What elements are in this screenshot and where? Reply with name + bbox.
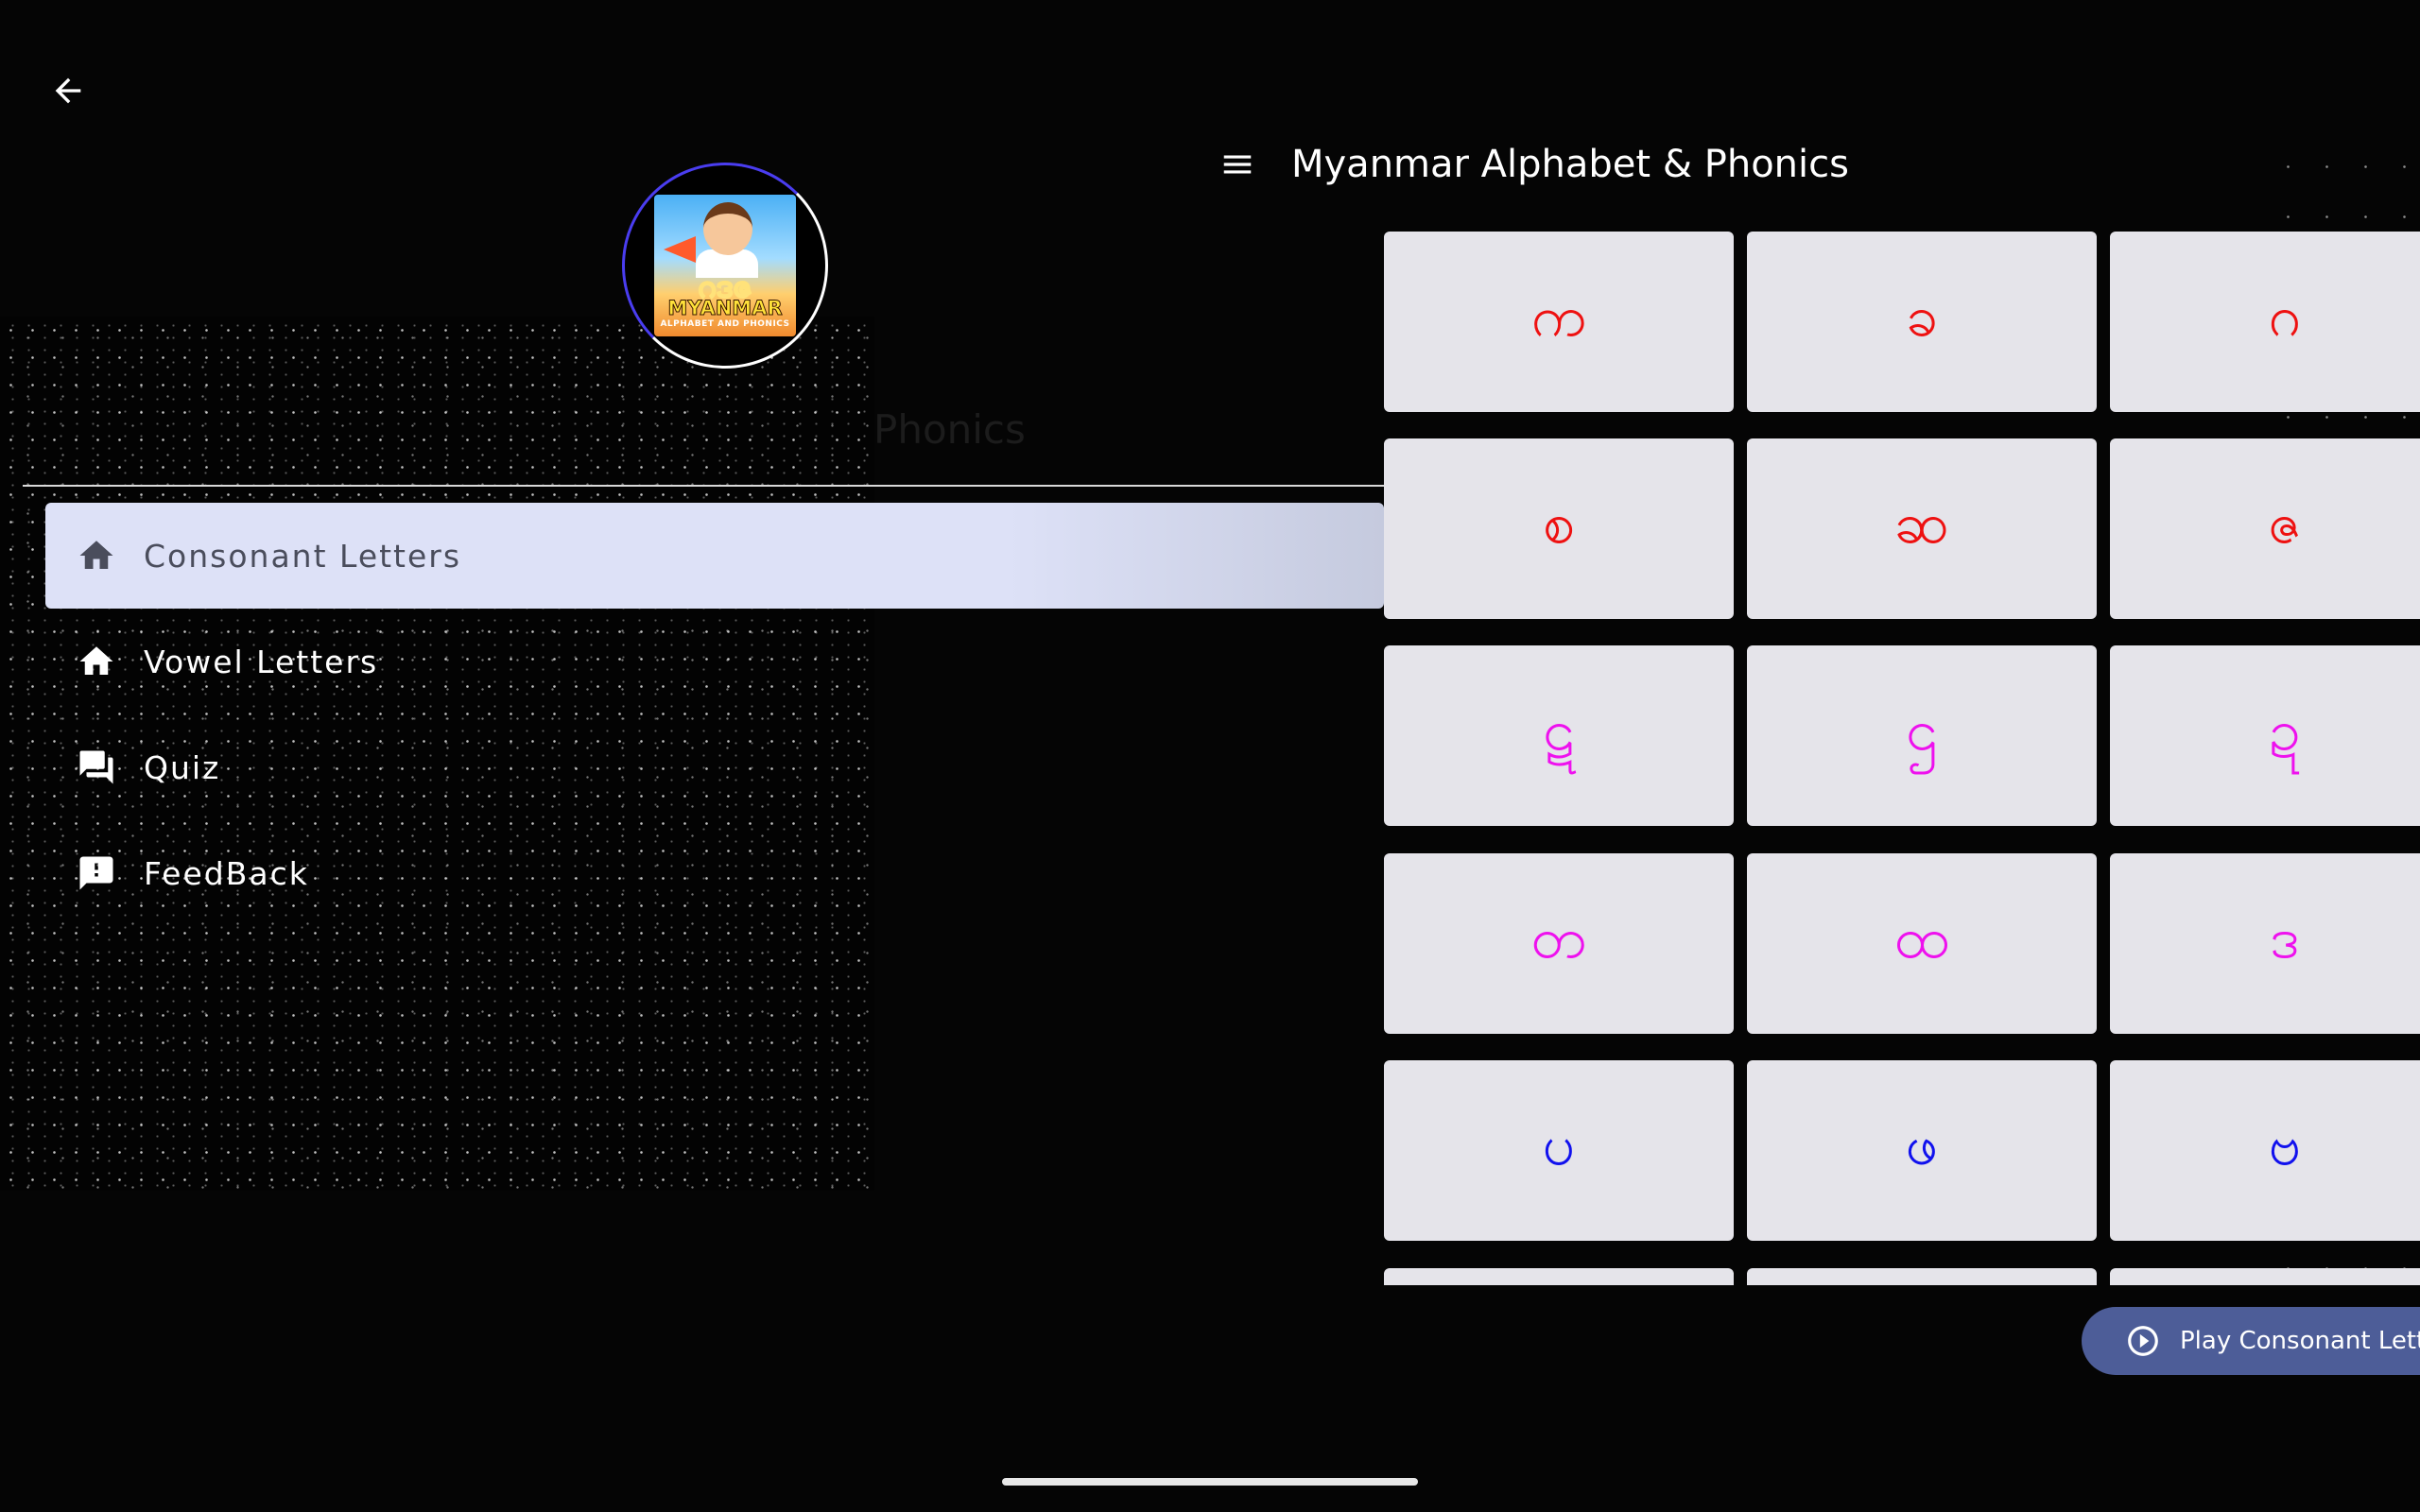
app-top-bar: Myanmar Alphabet & Phonics bbox=[1214, 132, 1849, 197]
app-logo-avatar: ဂဒဇ MYANMAR ALPHABET AND PHONICS bbox=[622, 163, 828, 369]
home-icon bbox=[74, 639, 119, 684]
drawer-divider bbox=[23, 485, 1384, 487]
letter-tile[interactable]: ဍ bbox=[2110, 645, 2420, 826]
nav-item-vowel-letters[interactable]: Vowel Letters bbox=[45, 609, 1384, 714]
logo-title: MYANMAR bbox=[667, 297, 783, 320]
hamburger-menu-icon bbox=[1223, 155, 1252, 174]
letter-grid: ကခဂစဆဇဋဌဍတထဒပဖဗ bbox=[1384, 232, 2420, 1285]
letter-tile[interactable]: စ bbox=[1384, 438, 1734, 619]
app-logo-image: ဂဒဇ MYANMAR ALPHABET AND PHONICS bbox=[654, 195, 796, 336]
menu-button[interactable] bbox=[1214, 141, 1261, 188]
forum-icon bbox=[74, 745, 119, 790]
letter-tile[interactable]: ဆ bbox=[1747, 438, 2097, 619]
megaphone-icon bbox=[664, 236, 696, 263]
letter-tile[interactable] bbox=[2110, 1268, 2420, 1285]
nav-item-label: FeedBack bbox=[144, 854, 309, 892]
home-indicator[interactable] bbox=[1002, 1478, 1418, 1486]
nav-item-label: Vowel Letters bbox=[144, 643, 379, 680]
letter-tile[interactable]: ခ bbox=[1747, 232, 2097, 412]
letter-tile[interactable]: ဖ bbox=[1747, 1060, 2097, 1241]
play-consonant-letters-button[interactable]: Play Consonant Letters bbox=[2082, 1307, 2420, 1375]
letter-tile[interactable] bbox=[1747, 1268, 2097, 1285]
home-icon bbox=[74, 533, 119, 578]
nav-item-label: Quiz bbox=[144, 748, 221, 786]
letter-tile[interactable]: တ bbox=[1384, 853, 1734, 1034]
letter-tile[interactable] bbox=[1384, 1268, 1734, 1285]
app-title: Myanmar Alphabet & Phonics bbox=[1291, 143, 1849, 186]
back-button[interactable] bbox=[45, 68, 91, 113]
arrow-left-icon bbox=[55, 77, 81, 104]
letter-tile[interactable]: ဇ bbox=[2110, 438, 2420, 619]
letter-tile[interactable]: ဋ bbox=[1384, 645, 1734, 826]
nav-item-quiz[interactable]: Quiz bbox=[45, 714, 1384, 820]
letter-tile[interactable]: ထ bbox=[1747, 853, 2097, 1034]
nav-item-consonant-letters[interactable]: Consonant Letters bbox=[45, 503, 1384, 609]
logo-subtitle: ALPHABET AND PHONICS bbox=[660, 319, 790, 329]
nav-item-feedback[interactable]: FeedBack bbox=[45, 820, 1384, 926]
letter-tile[interactable]: ဌ bbox=[1747, 645, 2097, 826]
letter-tile[interactable]: က bbox=[1384, 232, 1734, 412]
play-button-label: Play Consonant Letters bbox=[2180, 1327, 2420, 1355]
drawer-faded-title: Phonics bbox=[873, 406, 1026, 453]
letter-tile[interactable]: ဂ bbox=[2110, 232, 2420, 412]
letter-tile[interactable]: ဒ bbox=[2110, 853, 2420, 1034]
nav-item-label: Consonant Letters bbox=[144, 537, 462, 575]
play-circle-icon bbox=[2128, 1326, 2158, 1356]
letter-tile[interactable]: ပ bbox=[1384, 1060, 1734, 1241]
letter-tile[interactable]: ဗ bbox=[2110, 1060, 2420, 1241]
feedback-icon bbox=[74, 850, 119, 896]
